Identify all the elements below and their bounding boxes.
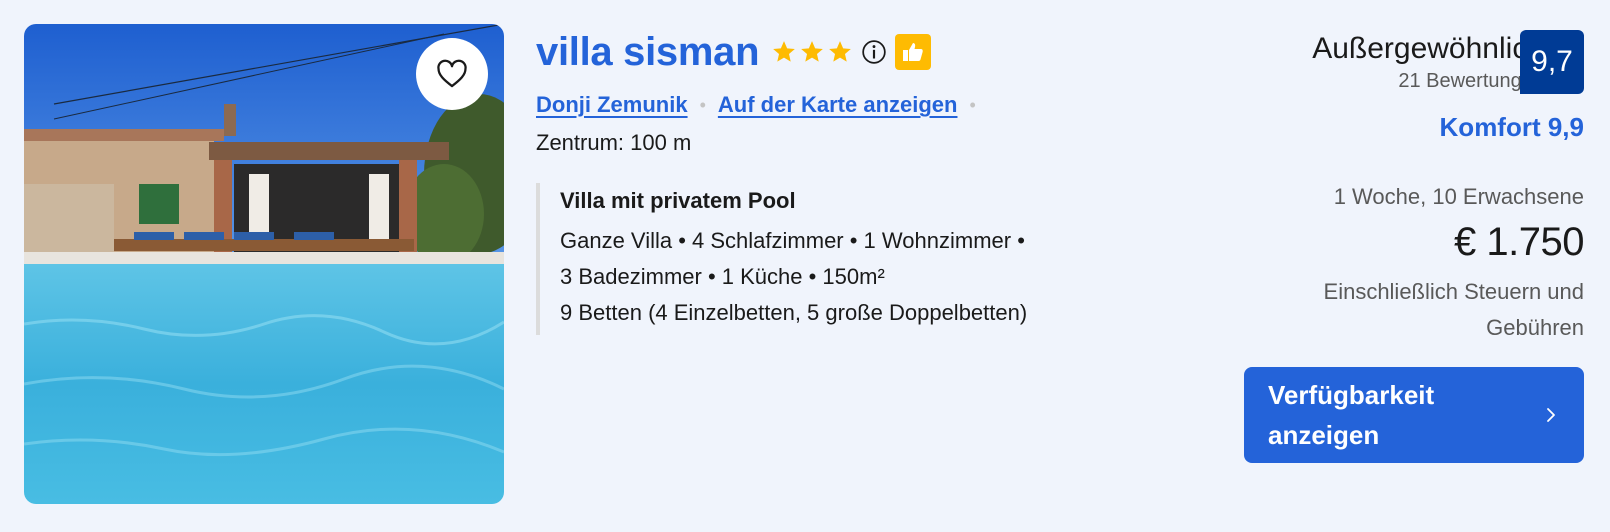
taxes-note: Einschließlich Steuern und Gebühren xyxy=(1323,279,1584,340)
title-row: villa sisman xyxy=(536,26,932,78)
distance-to-center: Zentrum: 100 m xyxy=(536,130,692,155)
comfort-score: Komfort 9,9 xyxy=(1439,112,1584,142)
show-availability-label: Verfügbarkeit anzeigen xyxy=(1268,380,1435,450)
location-link[interactable]: Donji Zemunik xyxy=(536,92,688,118)
property-title[interactable]: villa sisman xyxy=(536,30,760,75)
unit-details: Villa mit privatem Pool Ganze Villa • 4 … xyxy=(536,183,1027,335)
preferred-partner-badge[interactable] xyxy=(895,34,932,70)
star-rating xyxy=(771,39,853,65)
separator-dot: • xyxy=(969,94,976,115)
unit-title: Villa mit privatem Pool xyxy=(560,188,796,213)
star-icon xyxy=(829,41,852,62)
review-count: 21 Bewertungen xyxy=(1398,70,1544,92)
price: € 1.750 xyxy=(1454,220,1584,264)
favorite-button[interactable] xyxy=(416,38,488,110)
location-links: Donji Zemunik • Auf der Karte anzeigen • xyxy=(536,92,988,118)
stay-details: 1 Woche, 10 Erwachsene xyxy=(1333,184,1584,209)
chevron-right-icon xyxy=(1547,408,1555,422)
unit-line-1: Ganze Villa • 4 Schlafzimmer • 1 Wohnzim… xyxy=(560,228,1025,253)
heart-icon xyxy=(437,59,467,88)
separator-dot: • xyxy=(699,94,706,115)
thumbs-up-icon xyxy=(903,43,923,61)
review-score-badge[interactable]: 9,7 xyxy=(1520,30,1584,94)
unit-line-3: 9 Betten (4 Einzelbetten, 5 große Doppel… xyxy=(560,300,1028,325)
star-icon xyxy=(773,41,796,62)
show-availability-button[interactable]: Verfügbarkeit anzeigen xyxy=(1244,367,1584,463)
star-icon xyxy=(801,41,824,62)
unit-line-2: 3 Badezimmer • 1 Küche • 150m² xyxy=(560,264,885,289)
info-icon[interactable] xyxy=(861,39,887,65)
rating-label: Außergewöhnlich xyxy=(1312,32,1544,65)
show-on-map-link[interactable]: Auf der Karte anzeigen xyxy=(718,92,958,118)
review-summary[interactable]: Außergewöhnlich 21 Bewertungen xyxy=(1312,32,1544,94)
